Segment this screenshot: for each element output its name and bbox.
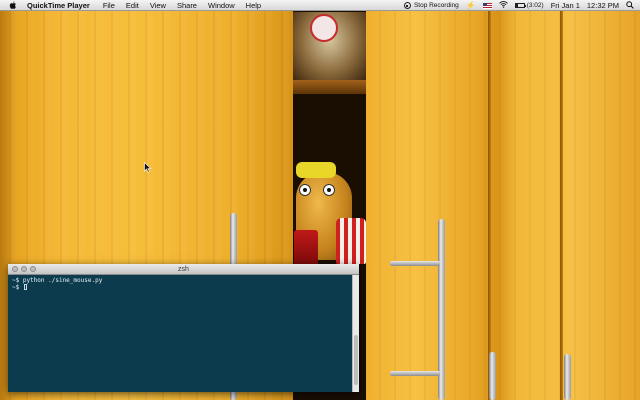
cabinet-handle <box>489 352 496 400</box>
menu-bar: QuickTime Player File Edit View Share Wi… <box>0 0 640 11</box>
terminal-titlebar[interactable]: zsh <box>8 264 359 275</box>
stop-recording-label: Stop Recording <box>413 2 459 9</box>
minimize-button[interactable] <box>21 266 27 272</box>
menu-app-name[interactable]: QuickTime Player <box>27 1 90 10</box>
scrollbar-thumb[interactable] <box>354 335 358 385</box>
text-cursor <box>23 284 27 290</box>
zoom-button[interactable] <box>30 266 36 272</box>
cabinet-handle <box>564 354 571 400</box>
menu-edit[interactable]: Edit <box>126 1 139 10</box>
red-jar <box>294 230 318 266</box>
cabinet-seam <box>560 0 563 400</box>
menu-clock[interactable]: 12:32 PM <box>587 1 619 10</box>
battery-icon <box>514 3 526 8</box>
cabinet-handle-bar <box>390 261 440 266</box>
battery-status[interactable]: (3:02) <box>514 2 544 9</box>
terminal-output[interactable]: ~$ python ./sine_mouse.py ~$ <box>8 275 352 392</box>
us-flag-icon[interactable] <box>482 2 492 9</box>
cabinet-shelf <box>293 80 366 94</box>
terminal-prompt: ~$ <box>12 284 23 291</box>
stop-recording-button[interactable]: Stop Recording <box>403 2 459 9</box>
battery-time: (3:02) <box>526 2 544 9</box>
terminal-window[interactable]: zsh ~$ python ./sine_mouse.py ~$ <box>8 264 359 392</box>
cabinet-door-right <box>366 0 640 400</box>
bolt-icon[interactable]: ⚡ <box>466 1 476 10</box>
menu-window[interactable]: Window <box>208 1 235 10</box>
bear-eye-left <box>299 184 311 196</box>
search-icon[interactable] <box>626 0 634 11</box>
wifi-icon[interactable] <box>498 1 508 10</box>
heart-jar <box>310 14 338 42</box>
terminal-prompt-line: ~$ <box>12 284 352 291</box>
terminal-scrollbar[interactable] <box>352 275 359 392</box>
menu-help[interactable]: Help <box>246 1 261 10</box>
cabinet-seam <box>488 0 491 400</box>
close-button[interactable] <box>12 266 18 272</box>
terminal-title: zsh <box>178 265 189 273</box>
striped-jar <box>336 218 366 264</box>
honey-bear-cap <box>296 162 336 178</box>
menu-share[interactable]: Share <box>177 1 197 10</box>
terminal-line: ~$ python ./sine_mouse.py <box>12 277 103 284</box>
mouse-pointer-icon <box>144 160 152 173</box>
apple-icon[interactable] <box>9 0 17 10</box>
window-controls <box>12 266 36 272</box>
menu-file[interactable]: File <box>103 1 115 10</box>
stop-recording-icon <box>403 2 411 9</box>
menu-view[interactable]: View <box>150 1 166 10</box>
bear-eye-right <box>323 184 335 196</box>
menu-date[interactable]: Fri Jan 1 <box>551 1 580 10</box>
cabinet-handle-bar <box>390 371 440 376</box>
menu-extras: Stop Recording ⚡ (3:02) Fri Jan 1 12:32 … <box>403 0 634 11</box>
